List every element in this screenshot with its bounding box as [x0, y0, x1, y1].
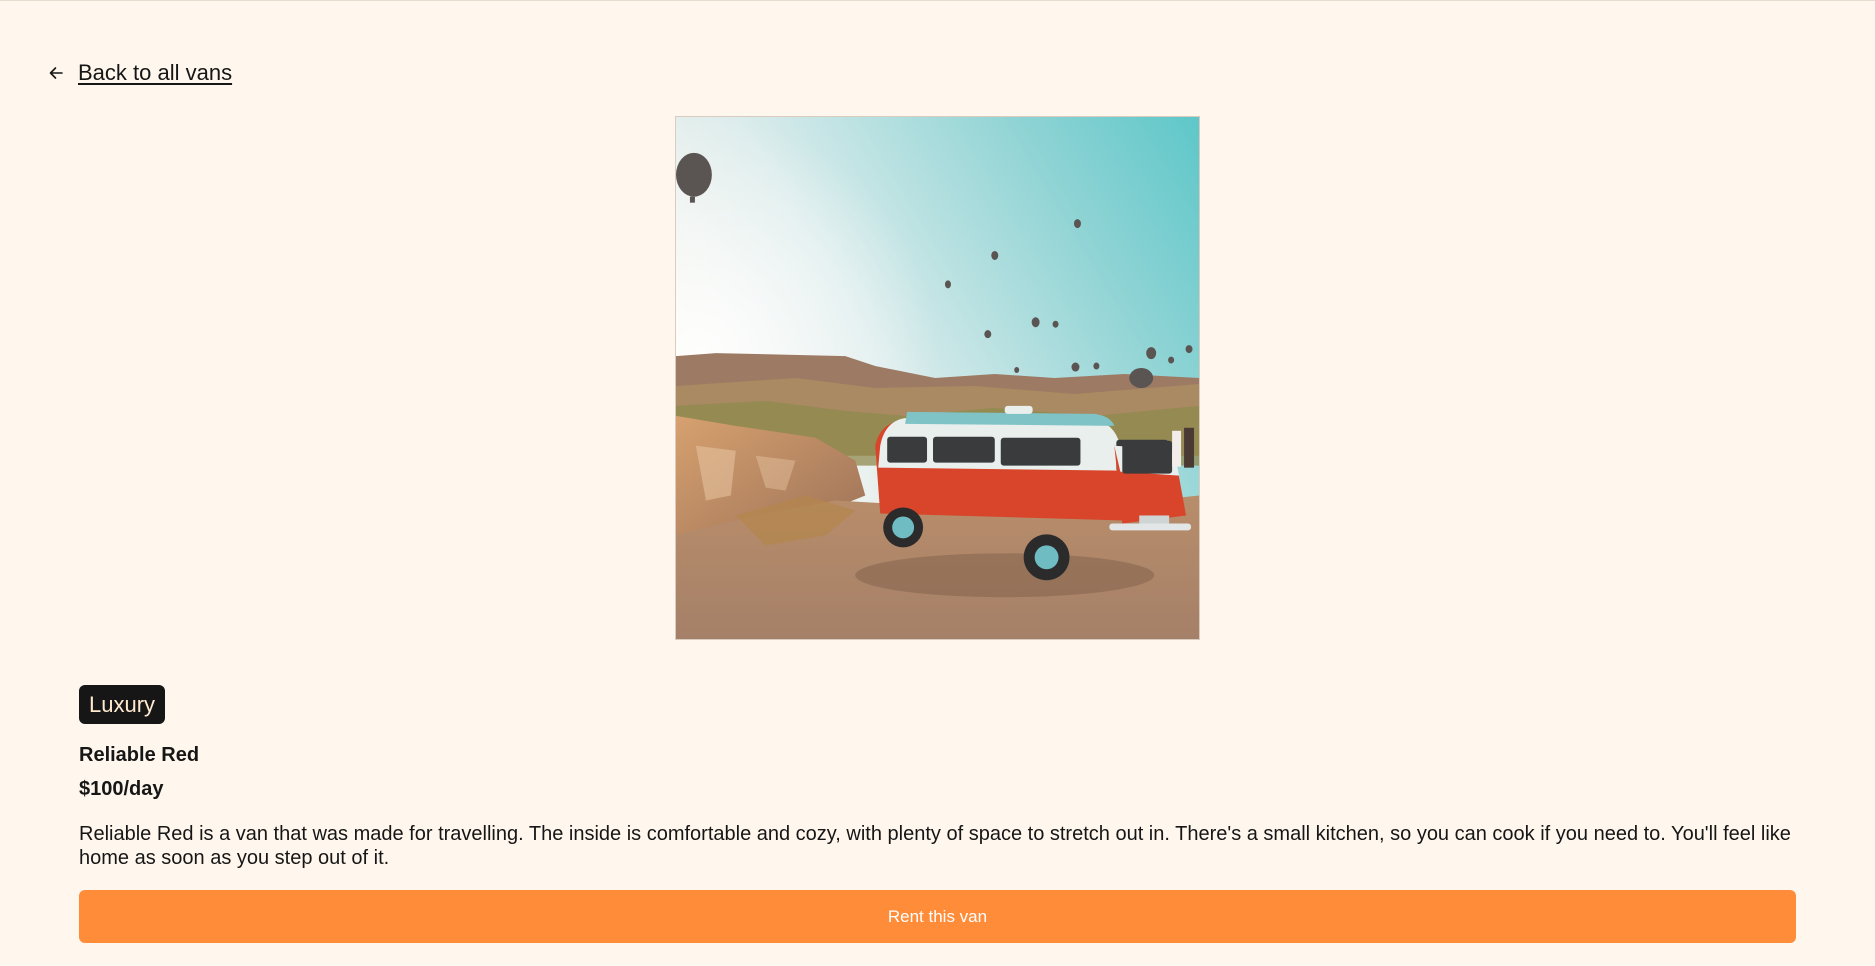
- van-name: Reliable Red: [79, 744, 200, 766]
- van-description: Reliable Red is a van that was made for …: [79, 823, 1791, 869]
- back-to-vans-link[interactable]: Back to all vans: [48, 60, 232, 86]
- arrow-left-icon: [49, 67, 63, 79]
- top-divider: [0, 0, 1875, 1]
- van-price: $100/day: [79, 778, 164, 800]
- van-type-badge: Luxury: [79, 685, 166, 724]
- rent-van-button[interactable]: Rent this van: [79, 890, 1796, 943]
- van-photo: [675, 116, 1200, 640]
- back-link-label: Back to all vans: [78, 60, 233, 85]
